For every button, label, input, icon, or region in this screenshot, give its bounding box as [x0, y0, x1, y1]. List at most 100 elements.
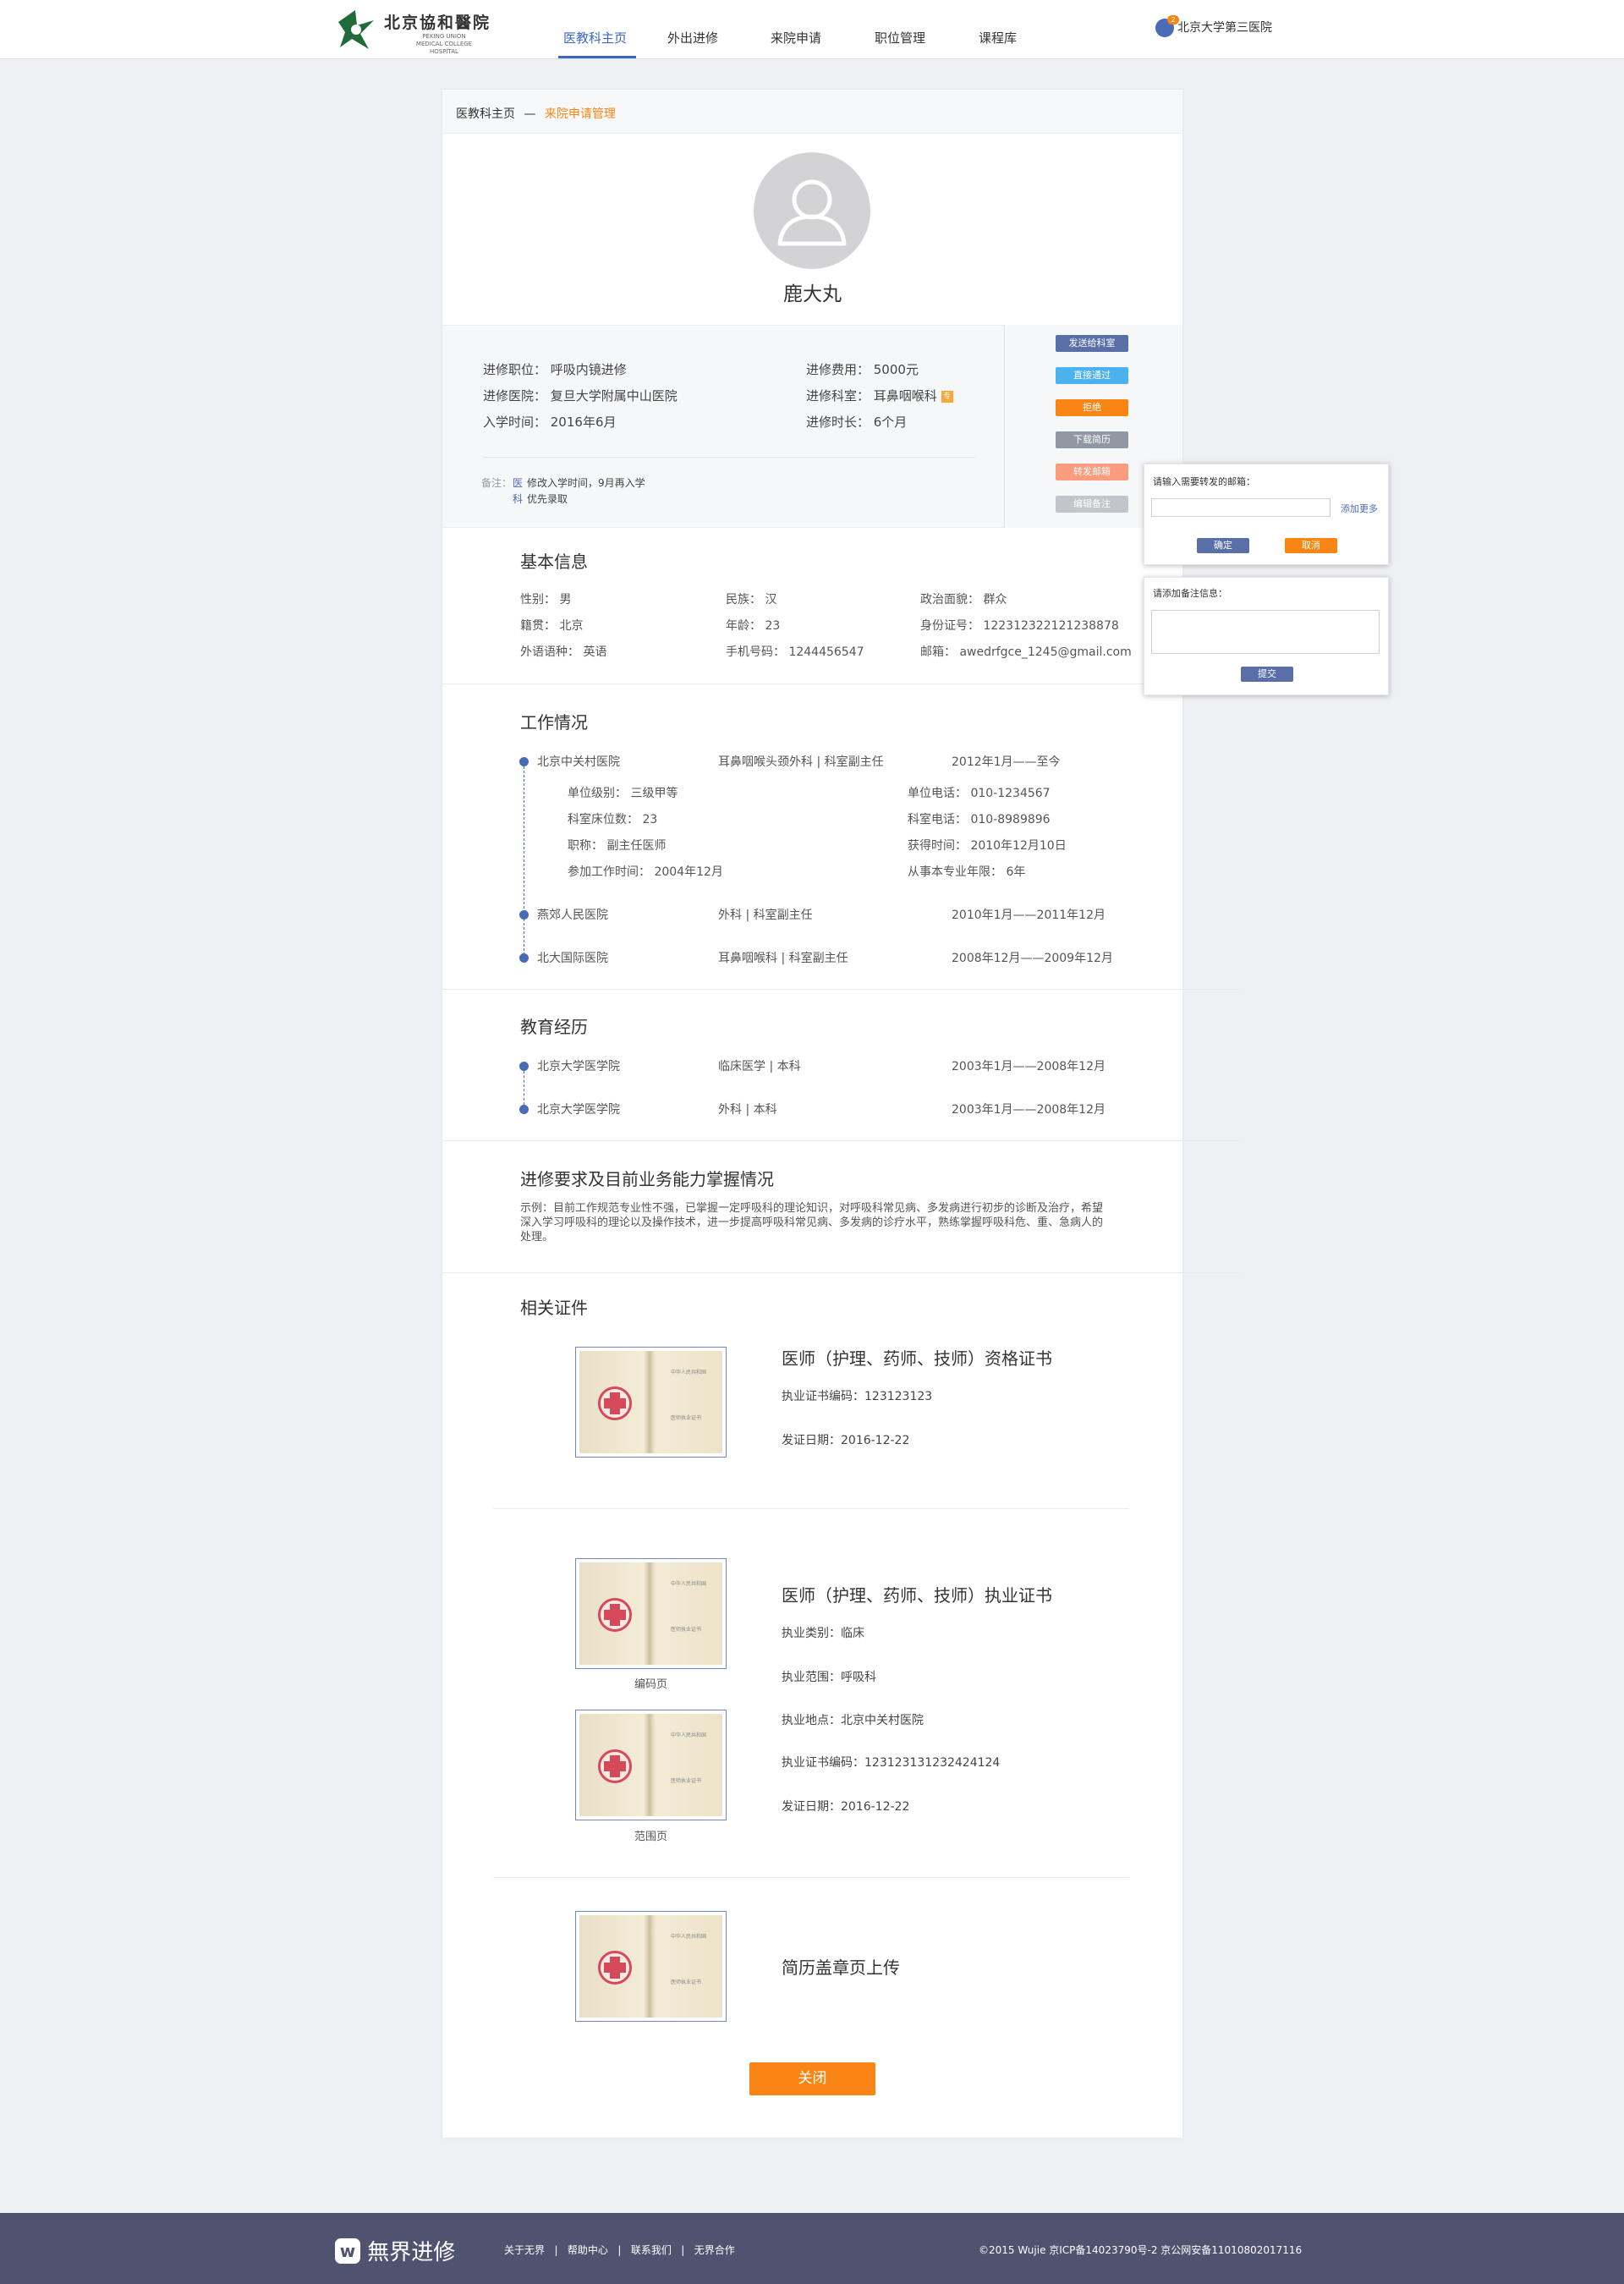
timeline-dot — [519, 757, 529, 766]
work-time-3: 2008年12月——2009年12月 — [952, 952, 1113, 965]
cert-title-practice: 医师（护理、药师、技师）执业证书 — [782, 1585, 1052, 1606]
basic-id-number: 身份证号： 122312322121238878 — [920, 619, 1119, 633]
download-resume-button[interactable]: 下载简历 — [1056, 431, 1128, 448]
note-author-1: 医 — [513, 477, 524, 489]
nav-positions[interactable]: 职位管理 — [875, 29, 925, 47]
edit-note-button[interactable]: 编辑备注 — [1056, 496, 1128, 513]
work-org-2: 燕郊人民医院 — [537, 909, 608, 922]
work-dept-2: 外科 | 科室副主任 — [718, 909, 813, 922]
cert-qual-date: 发证日期：2016-12-22 — [782, 1434, 910, 1447]
note-author-2: 科 — [513, 493, 524, 505]
approve-button[interactable]: 直接通过 — [1056, 367, 1128, 384]
footer-links[interactable]: 关于无界 | 帮助中心 | 联系我们 | 无界合作 — [504, 2243, 735, 2257]
send-to-dept-button[interactable]: 发送给科室 — [1056, 335, 1128, 352]
forward-email-input[interactable] — [1151, 498, 1330, 517]
work-time-1: 2012年1月——至今 — [952, 755, 1061, 769]
work-detail-start: 参加工作时间： 2004年12月 — [568, 865, 723, 879]
add-more-link[interactable]: 添加更多 — [1341, 502, 1378, 515]
section-divider — [442, 1272, 1239, 1273]
work-detail-dept-phone: 科室电话： 010-8989896 — [908, 813, 1051, 826]
edu-time-1: 2003年1月——2008年12月 — [952, 1060, 1106, 1073]
info-duration: 进修时长： 6个月 — [806, 415, 908, 430]
info-hospital: 进修医院： 复旦大学附属中山医院 — [483, 388, 678, 404]
cert-practice-category: 执业类别：临床 — [782, 1627, 864, 1640]
timeline-dot — [519, 1062, 529, 1071]
cert-practice-location: 执业地点：北京中关村医院 — [782, 1714, 924, 1727]
cert-divider — [493, 1877, 1129, 1878]
basic-ethnicity: 民族： 汉 — [726, 593, 777, 607]
cert-practice-scope: 执业范围：呼吸科 — [782, 1671, 876, 1684]
work-dept-3: 耳鼻咽喉科 | 科室副主任 — [718, 952, 848, 965]
edu-org-2: 北京大学医学院 — [537, 1103, 620, 1117]
breadcrumb-sep: — — [524, 107, 536, 121]
nav-application[interactable]: 来院申请 — [771, 29, 821, 47]
info-dept: 进修科室： 耳鼻咽喉科 专 — [806, 387, 953, 404]
cert-divider — [493, 1508, 1129, 1509]
footer — [0, 2213, 1624, 2284]
notes-label: 备注： — [481, 477, 513, 489]
hospital-logo[interactable]: 北京協和醫院 PEKING UNION MEDICAL COLLEGE HOSP… — [332, 5, 509, 55]
caption-code-page: 编码页 — [634, 1678, 668, 1691]
logo-text-cn: 北京協和醫院 — [384, 14, 491, 32]
work-detail-phone: 单位电话： 010-1234567 — [908, 787, 1051, 800]
close-button[interactable]: 关闭 — [749, 2062, 875, 2095]
nav-outgoing[interactable]: 外出进修 — [667, 29, 718, 47]
timeline-dot — [519, 953, 529, 963]
basic-politics: 政治面貌： 群众 — [920, 593, 1007, 607]
forward-cancel-button[interactable]: 取消 — [1285, 538, 1337, 553]
cert-practice-date: 发证日期：2016-12-22 — [782, 1800, 910, 1814]
cert-image-scope-page[interactable]: 中华人民共和国 医师执业证书 — [575, 1710, 727, 1820]
basic-age: 年龄： 23 — [726, 619, 781, 633]
basic-native: 籍贯： 北京 — [520, 619, 584, 633]
logo-text-en: PEKING UNION MEDICAL COLLEGE HOSPITAL — [415, 33, 473, 55]
applicant-name: 鹿大丸 — [783, 283, 842, 305]
avatar — [754, 152, 870, 269]
work-detail-level: 单位级别： 三级甲等 — [568, 787, 678, 800]
note-text-1: 修改入学时间，9月再入学 — [527, 477, 645, 489]
forward-popup-title: 请输入需要转发的邮箱： — [1153, 476, 1255, 487]
footer-brand-text: 無界进修 — [367, 2240, 456, 2265]
info-divider — [483, 457, 975, 458]
timeline-dot — [519, 910, 529, 920]
edu-org-1: 北京大学医学院 — [537, 1060, 620, 1073]
cert-image-qualification[interactable]: 中华人民共和国 医师执业证书 — [575, 1347, 727, 1458]
brand-logo-icon: w — [335, 2237, 360, 2264]
dept-tag-badge: 专 — [941, 390, 953, 403]
user-menu[interactable]: 2 北京大学第三医院 — [1155, 15, 1272, 37]
footer-brand[interactable]: w 無界进修 — [335, 2235, 455, 2266]
nav-edu-home[interactable]: 医教科主页 — [563, 29, 627, 47]
cert-image-resume-stamp[interactable]: 中华人民共和国 医师执业证书 — [575, 1911, 727, 2022]
user-icon: 2 — [1155, 15, 1179, 37]
breadcrumb: 医教科主页 — 来院申请管理 — [456, 105, 616, 122]
note-text-2: 优先录取 — [527, 493, 568, 505]
forward-confirm-button[interactable]: 确定 — [1197, 538, 1249, 553]
note-submit-button[interactable]: 提交 — [1241, 667, 1293, 682]
red-cross-icon — [598, 1749, 632, 1783]
info-fee: 进修费用： 5000元 — [806, 362, 919, 377]
cert-image-code-page[interactable]: 中华人民共和国 医师执业证书 — [575, 1558, 727, 1669]
edu-major-2: 外科 | 本科 — [718, 1103, 777, 1117]
section-title-requirement: 进修要求及目前业务能力掌握情况 — [520, 1169, 774, 1189]
work-org-3: 北大国际医院 — [537, 952, 608, 965]
forward-email-popup: 请输入需要转发的邮箱： 添加更多 确定 取消 — [1144, 464, 1389, 565]
cert-title-resume-stamp: 简历盖章页上传 — [782, 1957, 900, 1978]
breadcrumb-home[interactable]: 医教科主页 — [456, 107, 515, 121]
work-detail-years: 从事本专业年限： 6年 — [908, 865, 1026, 879]
timeline-dot — [519, 1105, 529, 1114]
info-entry-time: 入学时间： 2016年6月 — [483, 415, 617, 430]
basic-phone: 手机号码： 1244456547 — [726, 645, 864, 659]
section-divider — [442, 1140, 1239, 1141]
section-title-certs: 相关证件 — [520, 1298, 588, 1318]
note-textarea[interactable] — [1151, 610, 1380, 654]
cert-title-qualification: 医师（护理、药师、技师）资格证书 — [782, 1348, 1052, 1369]
forward-email-button[interactable]: 转发邮箱 — [1056, 464, 1128, 480]
section-title-education: 教育经历 — [520, 1017, 588, 1037]
reject-button[interactable]: 拒绝 — [1056, 399, 1128, 416]
section-title-basic: 基本信息 — [520, 552, 588, 572]
nav-active-indicator — [558, 56, 636, 58]
work-org-1: 北京中关村医院 — [537, 755, 620, 769]
work-detail-obtained: 获得时间： 2010年12月10日 — [908, 839, 1067, 853]
edu-time-2: 2003年1月——2008年12月 — [952, 1103, 1106, 1117]
work-dept-1: 耳鼻咽喉头颈外科 | 科室副主任 — [718, 755, 884, 769]
nav-courses[interactable]: 课程库 — [979, 29, 1017, 47]
